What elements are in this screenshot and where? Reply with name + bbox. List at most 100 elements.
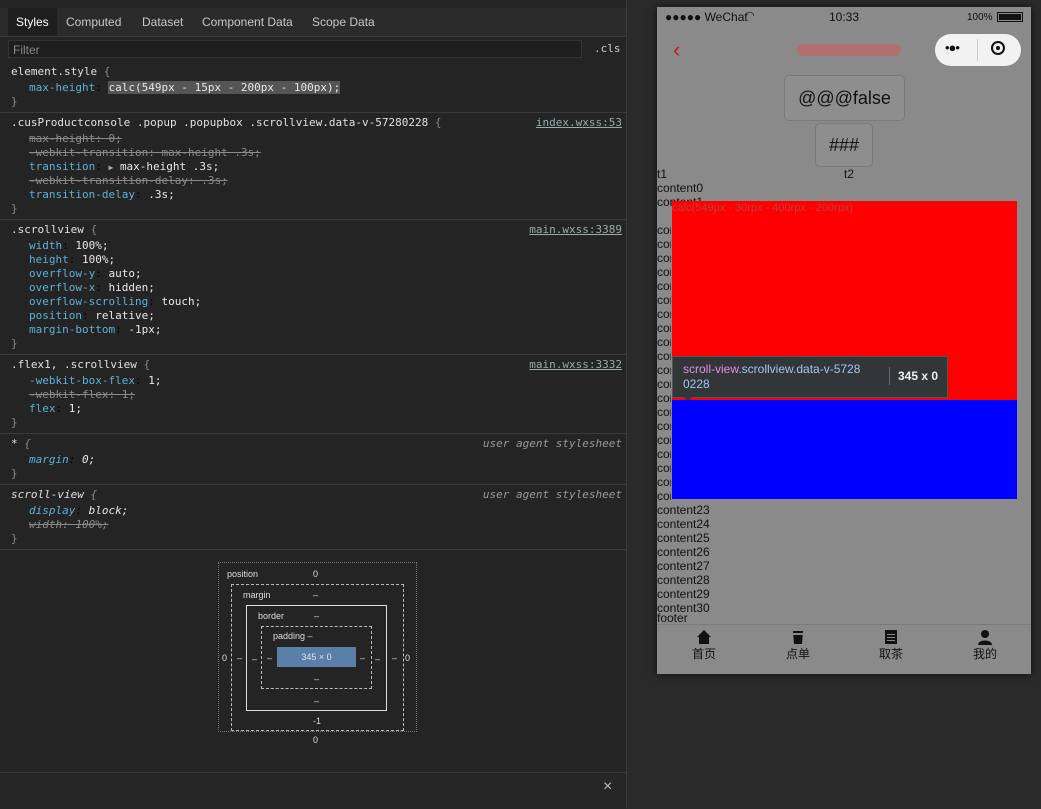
style-decl[interactable]: overflow-scrolling: touch;: [29, 295, 201, 308]
tabbar-label: 点单: [785, 647, 810, 661]
devtools-tabs: Styles Computed Dataset Component Data S…: [0, 8, 626, 37]
bm-border-right[interactable]: –: [375, 654, 380, 664]
tooltip-classes-cont: 0228: [683, 377, 710, 391]
tab-component-data[interactable]: Component Data: [202, 8, 293, 36]
console-drawer-bar: [0, 772, 626, 809]
bm-content-box[interactable]: 345 × 0: [277, 647, 356, 667]
style-decl[interactable]: flex: 1;: [29, 402, 82, 415]
style-decl[interactable]: max-height: calc(549px - 15px - 200px - …: [29, 81, 341, 94]
rule-popup-scrollview: .cusProductconsole .popup .popupbox .scr…: [0, 113, 626, 220]
more-icon[interactable]: •●•: [945, 40, 960, 55]
filter-input[interactable]: Filter: [8, 40, 582, 58]
list-item: content24: [657, 517, 710, 531]
bm-right-outer[interactable]: 0: [405, 653, 410, 663]
bm-padding-box: padding – – – – 345 × 0: [261, 626, 372, 689]
style-decl[interactable]: -webkit-transition-delay: .3s;: [29, 174, 228, 187]
bm-border-bottom[interactable]: –: [314, 696, 319, 706]
rule-scrollview: .scrollview { main.wxss:3389 width: 100%…: [0, 220, 626, 355]
bm-margin-box: margin – – – -1 border – – – – padding –…: [231, 584, 404, 731]
blue-block: [672, 400, 1017, 499]
rule-selector: *: [11, 437, 18, 450]
bm-border-label: border: [258, 611, 285, 621]
tab-dataset[interactable]: Dataset: [142, 8, 183, 36]
tooltip-classes: .scrollview.data-v-5728: [738, 362, 861, 376]
box-model-diagram: position 0 0 0 0 margin – – – -1 border …: [218, 562, 417, 745]
bm-margin-label: margin: [243, 590, 271, 600]
rule-selector: element.style: [11, 65, 98, 78]
tooltip-tag: scroll-view: [683, 362, 739, 376]
rule-element-style: element.style { max-height: calc(549px -…: [0, 62, 626, 113]
style-decl: display: block;: [29, 504, 129, 517]
bm-padding-right[interactable]: –: [360, 653, 365, 663]
bm-margin-top[interactable]: –: [313, 590, 318, 600]
style-decl[interactable]: transition: ▶ max-height .3s;: [29, 160, 219, 173]
style-decl[interactable]: transition-delay: .3s;: [29, 188, 175, 201]
tab-scope-data[interactable]: Scope Data: [312, 8, 375, 36]
style-decl[interactable]: height: 100%;: [29, 253, 115, 266]
bm-border-box: border – – – – padding – – – – 345 × 0: [246, 605, 387, 711]
tab-t2[interactable]: t2: [844, 167, 854, 181]
tab-t1[interactable]: t1: [657, 167, 667, 181]
tab-bar: 首页 点单 取茶 我的: [657, 624, 1031, 674]
rule-flex1-scrollview: .flex1, .scrollview { main.wxss:3332 -we…: [0, 355, 626, 434]
style-decl[interactable]: -webkit-transition: max-height .3s;: [29, 146, 261, 159]
tabbar-label: 首页: [691, 647, 716, 661]
rule-source-link[interactable]: main.wxss:3332: [529, 358, 622, 371]
bm-bottom-position[interactable]: 0: [313, 735, 318, 745]
clock: 10:33: [829, 10, 860, 24]
style-decl[interactable]: -webkit-box-flex: 1;: [29, 374, 161, 387]
rule-source-link[interactable]: main.wxss:3389: [529, 223, 622, 236]
tab-styles[interactable]: Styles: [8, 8, 57, 36]
style-decl[interactable]: margin-bottom: -1px;: [29, 323, 161, 336]
panel-divider[interactable]: [626, 0, 627, 808]
style-decl[interactable]: overflow-x: hidden;: [29, 281, 155, 294]
home-icon: [696, 629, 712, 645]
user-icon: [977, 629, 993, 645]
status-bar: ●●●●● WeChat ◠ 10:33 100%: [657, 7, 1031, 29]
style-decl[interactable]: overflow-y: auto;: [29, 267, 142, 280]
rule-source-link[interactable]: index.wxss:53: [536, 116, 622, 129]
bm-margin-right[interactable]: –: [392, 653, 397, 663]
style-decl: width: 100%;: [29, 518, 109, 531]
bm-padding-label: padding –: [273, 631, 313, 641]
bm-position-value[interactable]: 0: [313, 569, 318, 579]
receipt-icon: [883, 629, 899, 645]
cls-toggle[interactable]: .cls: [594, 42, 621, 55]
style-decl[interactable]: width: 100%;: [29, 239, 109, 252]
capsule-menu: •●•: [935, 34, 1021, 66]
style-decl[interactable]: position: relative;: [29, 309, 155, 322]
tabbar-order[interactable]: 点单: [768, 629, 828, 662]
list-item: content0: [657, 181, 704, 195]
list-item: content23: [657, 503, 710, 517]
tabbar-profile[interactable]: 我的: [955, 629, 1015, 662]
nav-title-redacted: [797, 44, 901, 56]
bm-left-outer[interactable]: 0: [222, 653, 227, 663]
cup-icon: [790, 629, 806, 645]
tabbar-pickup[interactable]: 取茶: [861, 629, 921, 662]
rule-selector: .flex1, .scrollview: [11, 358, 137, 371]
bm-border-top[interactable]: –: [314, 611, 319, 621]
devtools-panel: Styles Computed Dataset Component Data S…: [0, 0, 626, 809]
rule-source-label: user agent stylesheet: [482, 488, 622, 501]
style-decl[interactable]: -webkit-flex: 1;: [29, 388, 135, 401]
bm-margin-bottom[interactable]: -1: [313, 716, 321, 726]
list-item: content25: [657, 531, 710, 545]
rule-selector: .scrollview: [11, 223, 84, 236]
tab-computed[interactable]: Computed: [66, 8, 121, 36]
tabbar-home[interactable]: 首页: [674, 629, 734, 662]
back-icon[interactable]: ‹: [673, 37, 680, 63]
style-decl[interactable]: max-height: 0;: [29, 132, 122, 145]
bm-border-left[interactable]: –: [252, 654, 257, 664]
false-button[interactable]: @@@false: [784, 75, 905, 121]
nav-bar: ‹ •●•: [657, 29, 1031, 73]
close-miniprogram-icon[interactable]: [991, 41, 1005, 55]
close-drawer-button[interactable]: ×: [603, 778, 612, 796]
carrier-label: ●●●●● WeChat: [665, 10, 748, 24]
hash-button[interactable]: ###: [815, 123, 873, 167]
scroll-label: calc(549px - 30rpx - 400rpx - 200rpx): [672, 202, 853, 214]
bm-padding-left[interactable]: –: [267, 653, 272, 663]
bm-padding-bottom[interactable]: –: [314, 674, 319, 684]
bm-position-label: position: [227, 569, 259, 579]
bm-margin-left[interactable]: –: [237, 653, 242, 663]
list-item: content27: [657, 559, 710, 573]
